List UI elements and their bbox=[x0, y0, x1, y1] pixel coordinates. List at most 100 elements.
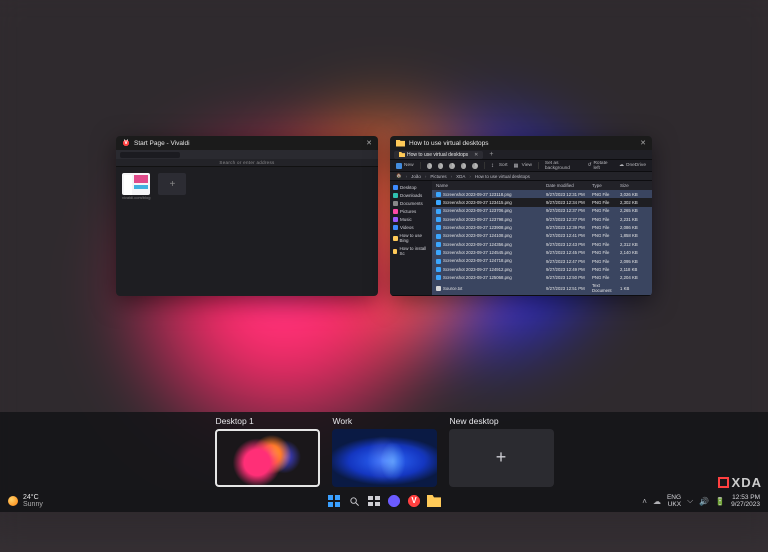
taskview-button[interactable] bbox=[367, 494, 381, 508]
file-icon bbox=[436, 192, 441, 197]
window-thumb-explorer[interactable]: How to use virtual desktops ✕ How to use… bbox=[390, 136, 652, 296]
window-title: Start Page - Vivaldi bbox=[134, 140, 190, 147]
taskview-open-windows: Start Page - Vivaldi ✕ Search or enter a… bbox=[0, 136, 768, 296]
explorer-statusbar: 13 items 13 items selected 23.9 MB ☁ Ava… bbox=[390, 295, 652, 296]
nav-icon bbox=[393, 225, 398, 230]
virtual-desktop[interactable]: New desktop + bbox=[449, 416, 554, 487]
virtual-desktop[interactable]: Work bbox=[332, 416, 437, 487]
explorer-file-list: Screenshot 2023-09-27 123118.png9/27/202… bbox=[432, 190, 652, 295]
browser-chrome: Search or enter address vivaldi.com/blog… bbox=[116, 150, 378, 296]
nav-icon bbox=[393, 217, 398, 222]
table-row: Screenshot 2023-09-27 123415.png9/27/202… bbox=[432, 198, 652, 206]
chat-button[interactable] bbox=[387, 494, 401, 508]
nav-item: Music bbox=[393, 217, 429, 222]
share-icon bbox=[461, 163, 466, 169]
explorer-breadcrumb: 🏠 ›João ›Pictures ›XDA ›How to use virtu… bbox=[390, 172, 652, 181]
file-icon bbox=[436, 250, 441, 255]
virtual-desktop[interactable]: Desktop 1 bbox=[215, 416, 320, 487]
speeddial-add-tile: + bbox=[158, 173, 186, 195]
explorer-tab: How to use virtual desktops ✕ bbox=[394, 151, 483, 159]
virtual-desktop-label: Desktop 1 bbox=[215, 416, 320, 426]
close-icon[interactable]: ✕ bbox=[640, 139, 646, 147]
wifi-icon[interactable]: ⌵ bbox=[687, 496, 693, 506]
file-icon bbox=[436, 267, 441, 272]
file-icon bbox=[436, 234, 441, 239]
weather-condition: Sunny bbox=[23, 501, 43, 508]
window-titlebar: Start Page - Vivaldi ✕ bbox=[116, 136, 378, 150]
taskbar-tray: ˄ ☁ ENG UKX ⌵ 🔊 🔋 12:53 PM 9/27/2023 bbox=[642, 494, 768, 508]
table-row: Screenshot 2023-09-27 123706.png9/27/202… bbox=[432, 207, 652, 215]
taskbar-center bbox=[327, 494, 441, 508]
folder-icon bbox=[399, 152, 405, 157]
file-icon bbox=[436, 275, 441, 280]
volume-icon[interactable]: 🔊 bbox=[699, 497, 709, 506]
virtual-desktop-label: Work bbox=[332, 416, 437, 426]
language-indicator[interactable]: ENG UKX bbox=[667, 494, 681, 508]
search-button[interactable] bbox=[347, 494, 361, 508]
nav-item: Pictures bbox=[393, 209, 429, 214]
rename-icon bbox=[449, 163, 454, 169]
close-icon: ✕ bbox=[474, 152, 478, 158]
table-row: Screenshot 2023-09-27 124545.png9/27/202… bbox=[432, 249, 652, 257]
browser-addressbar: Search or enter address bbox=[116, 159, 378, 167]
window-titlebar: How to use virtual desktops ✕ bbox=[390, 136, 652, 150]
nav-item: Documents bbox=[393, 201, 429, 206]
new-desktop-button[interactable]: + bbox=[449, 429, 554, 487]
speeddial-caption: vivaldi.com/blog bbox=[122, 195, 150, 200]
weather-icon bbox=[8, 496, 18, 506]
file-icon bbox=[436, 200, 441, 205]
onedrive-icon[interactable]: ☁ bbox=[653, 497, 661, 506]
toolbar-rotate-left: ↺ Rotate left bbox=[587, 161, 613, 171]
browser-viewport: vivaldi.com/blog + bbox=[116, 167, 378, 296]
taskbar-app-explorer[interactable] bbox=[427, 494, 441, 508]
table-row: Source.txt9/27/2023 12:51 PMText Documen… bbox=[432, 282, 652, 295]
addressbar-placeholder: Search or enter address bbox=[219, 160, 274, 165]
toolbar-view: View bbox=[514, 163, 532, 169]
table-row: Screenshot 2023-09-27 123798.png9/27/202… bbox=[432, 215, 652, 223]
nav-item: Desktop bbox=[393, 185, 429, 190]
nav-icon bbox=[393, 236, 398, 241]
taskbar-app-vivaldi[interactable] bbox=[407, 494, 421, 508]
chevron-up-icon[interactable]: ˄ bbox=[642, 497, 647, 506]
cut-icon bbox=[427, 163, 432, 169]
toolbar-onedrive: ☁ OneDrive bbox=[619, 163, 646, 168]
speeddial-tile bbox=[122, 173, 150, 195]
virtual-desktop-label: New desktop bbox=[449, 416, 554, 426]
taskbar-weather[interactable]: 24°C Sunny bbox=[0, 494, 43, 509]
start-button[interactable] bbox=[327, 494, 341, 508]
file-icon bbox=[436, 217, 441, 222]
explorer-nav: Desktop Downloads Documents Pictures Music Vi… bbox=[390, 181, 432, 295]
table-row: Screenshot 2023-09-27 125068.png9/27/202… bbox=[432, 274, 652, 282]
folder-icon bbox=[396, 140, 405, 147]
weather-temp: 24°C bbox=[23, 494, 43, 501]
explorer-chrome: How to use virtual desktops ✕ + New Sort… bbox=[390, 150, 652, 296]
table-row: Screenshot 2023-09-27 123908.png9/27/202… bbox=[432, 223, 652, 231]
nav-item: Downloads bbox=[393, 193, 429, 198]
file-icon bbox=[436, 259, 441, 264]
virtual-desktop-thumbnail[interactable] bbox=[332, 429, 437, 487]
taskbar: 24°C Sunny ˄ ☁ ENG UKX ⌵ 🔊 🔋 12:53 PM 9/… bbox=[0, 490, 768, 512]
nav-icon bbox=[393, 209, 398, 214]
nav-icon bbox=[393, 185, 398, 190]
explorer-toolbar: New Sort View Set as background ↺ Rotate… bbox=[390, 160, 652, 172]
delete-icon bbox=[472, 163, 477, 169]
virtual-desktop-thumbnail[interactable] bbox=[215, 429, 320, 487]
nav-icon bbox=[393, 201, 398, 206]
table-row: Screenshot 2023-09-27 123118.png9/27/202… bbox=[432, 190, 652, 198]
nav-icon bbox=[393, 249, 397, 254]
folder-icon bbox=[427, 495, 441, 507]
window-thumb-vivaldi[interactable]: Start Page - Vivaldi ✕ Search or enter a… bbox=[116, 136, 378, 296]
copy-icon bbox=[438, 163, 443, 169]
battery-icon[interactable]: 🔋 bbox=[715, 497, 725, 506]
explorer-columns: Name Date modified Type Size bbox=[432, 181, 652, 190]
clock[interactable]: 12:53 PM 9/27/2023 bbox=[731, 494, 760, 508]
plus-icon: + bbox=[489, 151, 493, 158]
table-row: Screenshot 2023-09-27 124912.png9/27/202… bbox=[432, 265, 652, 273]
close-icon[interactable]: ✕ bbox=[366, 139, 372, 147]
toolbar-set-background: Set as background bbox=[545, 161, 582, 171]
nav-item: Videos bbox=[393, 225, 429, 230]
table-row: Screenshot 2023-09-27 124356.png9/27/202… bbox=[432, 240, 652, 248]
browser-tab bbox=[120, 152, 180, 158]
toolbar-sort: Sort bbox=[491, 163, 508, 169]
file-icon bbox=[436, 225, 441, 230]
